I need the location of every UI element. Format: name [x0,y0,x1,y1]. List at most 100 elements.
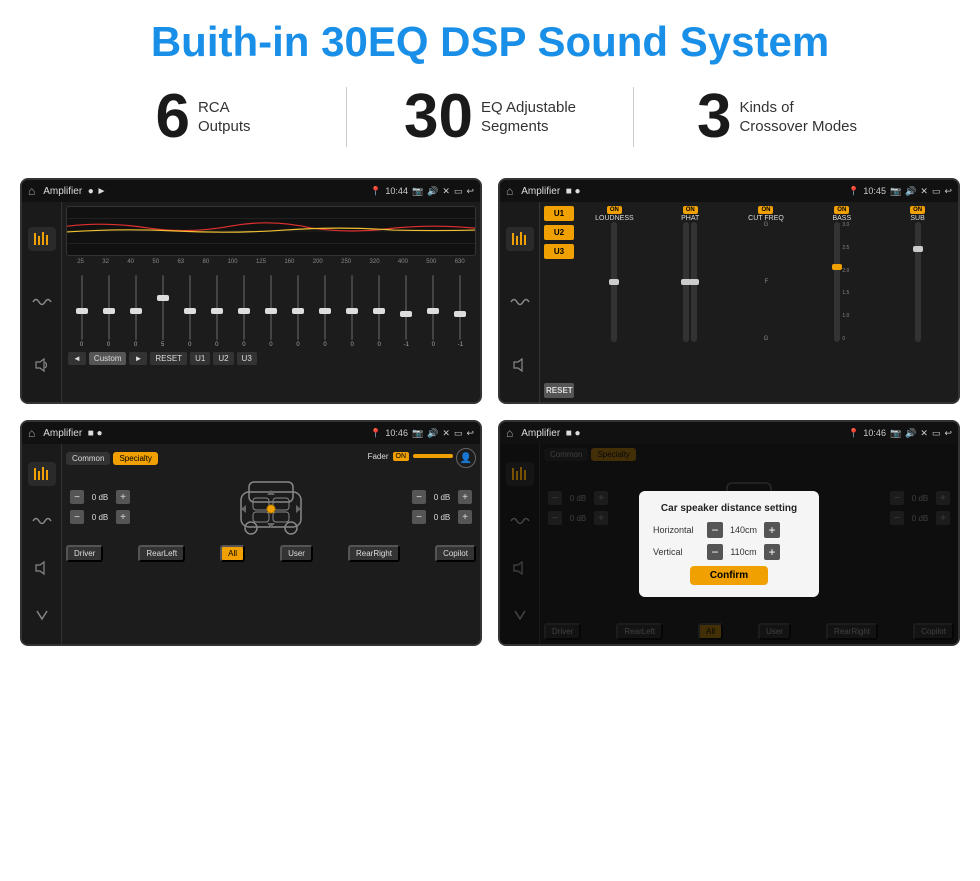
dialog-vertical-minus[interactable]: − [707,544,723,560]
dialog-vertical-value: 110cm [726,547,761,557]
amp-cutfreq-on[interactable]: ON [758,206,773,214]
dlg-home-icon: ⌂ [506,426,513,440]
xover-driver-btn[interactable]: Driver [66,545,103,562]
stat-crossover-label: Kinds ofCrossover Modes [739,98,857,137]
right-top-minus[interactable]: − [412,490,426,504]
eq-u2-btn[interactable]: U2 [213,352,233,365]
eq-slider-6[interactable]: 0 [209,275,225,348]
xover-all-btn[interactable]: All [220,545,245,562]
stat-eq-label: EQ AdjustableSegments [481,98,576,137]
left-top-minus[interactable]: − [70,490,84,504]
eq-sidebar-speaker-icon[interactable] [28,353,56,377]
amp-bass-on[interactable]: ON [834,206,849,214]
eq-reset-btn[interactable]: RESET [150,352,187,365]
page-header: Buith-in 30EQ DSP Sound System [0,0,980,76]
amp-sidebar-speaker-icon[interactable] [506,353,534,377]
amp-u1-btn[interactable]: U1 [544,206,574,221]
fader-on-badge[interactable]: ON [393,452,410,461]
eq-slider-9[interactable]: 0 [290,275,306,348]
amp-sub-label: SUB [910,215,924,222]
amp-sidebar-eq-icon[interactable] [506,227,534,251]
eq-slider-15[interactable]: -1 [452,275,468,348]
eq-slider-13[interactable]: -1 [398,275,414,348]
dlg-pin-icon: 📍 [848,428,859,439]
dialog-confirm-button[interactable]: Confirm [690,566,768,585]
stat-crossover: 3 Kinds ofCrossover Modes [634,86,920,148]
left-top-plus[interactable]: + [116,490,130,504]
xover-tabs: Common Specialty Fader ON 👤 [66,448,476,468]
xover-tab-common[interactable]: Common [66,452,110,465]
dialog-box: Car speaker distance setting Horizontal … [639,491,819,597]
eq-screen-content: 25 32 40 50 63 80 100 125 160 200 250 32… [22,202,480,402]
dlg-time: 10:46 [863,428,886,438]
eq-sidebar-wave-icon[interactable] [28,290,56,314]
right-bot-plus[interactable]: + [458,510,472,524]
eq-screen: ⌂ Amplifier ● ► 📍 10:44 📷 🔊 ✕ ▭ ↩ [20,178,482,404]
eq-slider-8[interactable]: 0 [263,275,279,348]
eq-next-btn[interactable]: ► [129,352,147,365]
eq-slider-11[interactable]: 0 [344,275,360,348]
right-top-plus[interactable]: + [458,490,472,504]
eq-slider-7[interactable]: 0 [236,275,252,348]
pin-icon: 📍 [370,186,381,197]
xover-screen-title: Amplifier ■ ● [43,428,366,439]
dialog-horizontal-minus[interactable]: − [707,522,723,538]
stat-rca-label: RCAOutputs [198,98,251,137]
eq-slider-14[interactable]: 0 [425,275,441,348]
xover-screen-content: Common Specialty Fader ON 👤 − [22,444,480,644]
stat-crossover-number: 3 [697,86,731,148]
amp-channel-bass: ON BASS 3.02.52.01.51.00 [805,206,878,398]
xover-user-btn[interactable]: User [280,545,313,562]
xover-sidebar-speaker-icon[interactable] [28,556,56,580]
xover-vol-icon: 🔊 [427,428,438,439]
eq-slider-10[interactable]: 0 [317,275,333,348]
amp-channel-loudness: ON LOUDNESS [578,206,651,398]
eq-u3-btn[interactable]: U3 [237,352,257,365]
xover-rearleft-btn[interactable]: RearLeft [138,545,185,562]
xover-tab-specialty[interactable]: Specialty [113,452,157,465]
xover-copilot-btn[interactable]: Copilot [435,545,476,562]
eq-screen-title: Amplifier ● ► [43,186,366,197]
amp-phat-on[interactable]: ON [683,206,698,214]
dialog-title: Car speaker distance setting [653,503,805,514]
fader-slider[interactable] [413,454,453,458]
eq-slider-3[interactable]: 0 [128,275,144,348]
xover-sidebar-expand-icon[interactable] [28,603,56,627]
amp-sub-on[interactable]: ON [910,206,925,214]
xover-sidebar-eq-icon[interactable] [28,462,56,486]
xover-battery-icon: ▭ [454,428,463,439]
eq-sliders-row: 0 0 0 5 0 0 0 0 0 0 0 0 -1 0 -1 [66,268,476,348]
dialog-vertical-label: Vertical [653,547,703,557]
eq-slider-12[interactable]: 0 [371,275,387,348]
eq-slider-4[interactable]: 5 [155,275,171,348]
dialog-overlay: Car speaker distance setting Horizontal … [500,444,958,644]
speaker-zones: − 0 dB + − 0 dB + [66,472,476,542]
dialog-horizontal-plus[interactable]: + [764,522,780,538]
xover-bottom-btns: Driver RearLeft All User RearRight Copil… [66,545,476,562]
amp-loudness-on[interactable]: ON [607,206,622,214]
eq-controls-row: ◄ Custom ► RESET U1 U2 U3 [66,352,476,365]
xover-rearright-btn[interactable]: RearRight [348,545,400,562]
dialog-vertical-plus[interactable]: + [764,544,780,560]
eq-prev-btn[interactable]: ◄ [68,352,86,365]
eq-slider-1[interactable]: 0 [74,275,90,348]
amp-reset-btn[interactable]: RESET [544,383,574,398]
left-bot-plus[interactable]: + [116,510,130,524]
eq-sidebar-eq-icon[interactable] [28,227,56,251]
eq-custom-btn[interactable]: Custom [89,352,127,365]
eq-slider-2[interactable]: 0 [101,275,117,348]
amp-screen: ⌂ Amplifier ■ ● 📍 10:45 📷 🔊 ✕ ▭ ↩ [498,178,960,404]
amp-battery-icon: ▭ [932,186,941,197]
amp-sidebar-wave-icon[interactable] [506,290,534,314]
eq-slider-5[interactable]: 0 [182,275,198,348]
amp-u2-btn[interactable]: U2 [544,225,574,240]
left-bot-minus[interactable]: − [70,510,84,524]
xover-main-panel: Common Specialty Fader ON 👤 − [62,444,480,644]
right-bot-minus[interactable]: − [412,510,426,524]
user-icon[interactable]: 👤 [456,448,476,468]
xover-sidebar-wave-icon[interactable] [28,509,56,533]
amp-u3-btn[interactable]: U3 [544,244,574,259]
eq-u1-btn[interactable]: U1 [190,352,210,365]
dialog-horizontal-label: Horizontal [653,525,703,535]
amp-screen-content: U1 U2 U3 RESET ON LOUDNESS [500,202,958,402]
